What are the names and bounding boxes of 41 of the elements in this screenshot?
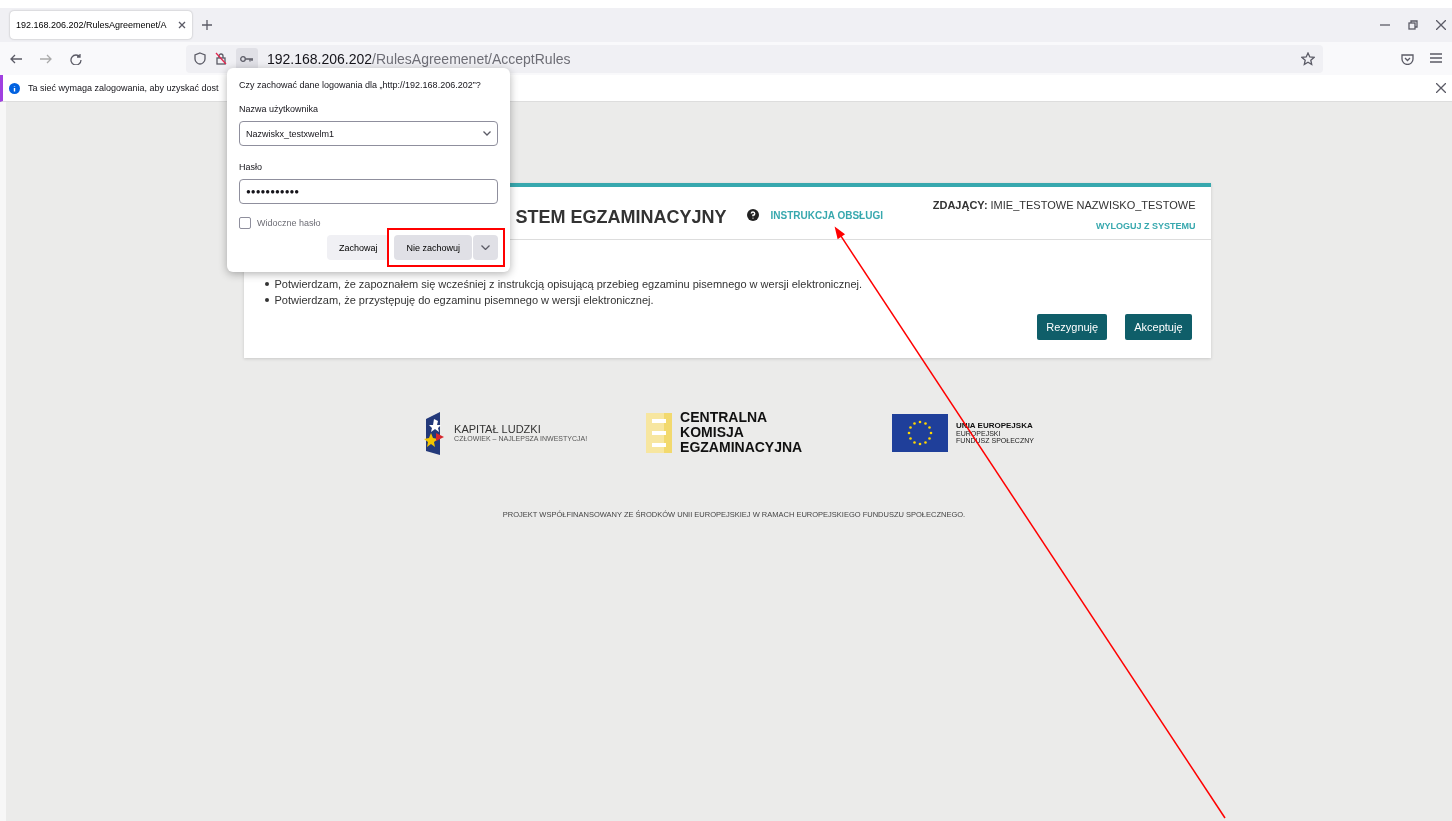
- notification-text: Ta sieć wymaga zalogowania, aby uzyskać dost: [28, 83, 219, 93]
- logo-text: KAPITAŁ LUDZKI: [454, 423, 542, 435]
- logo-text: KOMISJA: [680, 425, 745, 440]
- back-arrow-icon[interactable]: [10, 53, 22, 64]
- statement-text: Potwierdzam, że zapoznałem się wcześniej z instrukcją opisującą przebieg egzaminu pisemnego w wersji elektronicznej.: [264, 276, 1192, 292]
- field-label: Hasło: [239, 162, 263, 172]
- action-button[interactable]: Akceptuję: [1125, 314, 1192, 340]
- menu-icon[interactable]: [1430, 52, 1442, 63]
- info-icon: [9, 82, 20, 94]
- chevron-down-icon[interactable]: [483, 131, 491, 136]
- field-label: Nazwa użytkownika: [239, 104, 320, 114]
- password-field[interactable]: ●●●●●●●●●●●: [239, 179, 498, 204]
- popup-question: Czy zachować dane logowania dla „http://192.168.206.202”?: [239, 80, 482, 90]
- help-icon[interactable]: [746, 209, 759, 221]
- popup-button[interactable]: Zachowaj: [326, 235, 390, 260]
- username-field[interactable]: Nazwiskx_testxwelm1: [239, 121, 498, 146]
- close-icon[interactable]: [178, 21, 186, 29]
- chevron-down-icon: [481, 245, 490, 250]
- emblem-icon: [646, 412, 673, 453]
- close-icon[interactable]: [1436, 83, 1446, 93]
- candidate-name: ZDAJĄCY: IMIE_TESTOWE NAZWISKO_TESTOWE: [932, 199, 1196, 211]
- checkbox[interactable]: [239, 217, 251, 229]
- close-icon[interactable]: [1436, 20, 1446, 30]
- browser-tab[interactable]: 192.168.206.202/RulesAgreemenet/A: [10, 11, 192, 39]
- key-icon[interactable]: [240, 54, 254, 63]
- star-circle-flag-icon: [892, 413, 949, 452]
- star-icon[interactable]: [1301, 51, 1315, 66]
- url-text[interactable]: 192.168.206.202/RulesAgreemenet/AcceptRules: [267, 50, 571, 67]
- plus-icon[interactable]: [202, 20, 212, 30]
- popup-button[interactable]: Nie zachowuj: [394, 235, 472, 260]
- logo-text: EGZAMINACYJNA: [680, 440, 803, 455]
- page-title: STEM EGZAMINACYJNY: [515, 207, 727, 228]
- action-button[interactable]: Rezygnuję: [1037, 314, 1108, 340]
- pocket-icon[interactable]: [1401, 52, 1414, 65]
- crossed-lock-icon[interactable]: [215, 52, 227, 65]
- reload-icon[interactable]: [70, 52, 82, 65]
- checkbox-label: Widoczne hasło: [257, 218, 321, 228]
- logo-text: CENTRALNA: [680, 410, 769, 425]
- statement-text: Potwierdzam, że przystępuję do egzaminu pisemnego w wersji elektronicznej.: [264, 292, 1192, 308]
- shield-icon[interactable]: [194, 52, 206, 65]
- restore-icon[interactable]: [1408, 20, 1418, 30]
